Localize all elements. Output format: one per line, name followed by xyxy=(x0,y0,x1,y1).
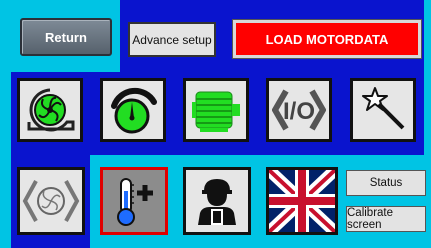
temperature-plus-icon xyxy=(117,178,153,226)
service-technician-icon xyxy=(198,179,236,225)
motor-tile[interactable] xyxy=(183,78,249,142)
speed-gauge-icon xyxy=(111,87,157,134)
io-icon: I/O xyxy=(272,89,326,131)
pump-icon xyxy=(27,88,75,132)
advance-setup-button[interactable]: Advance setup xyxy=(128,22,216,57)
pump-outline-icon xyxy=(22,180,80,222)
calibrate-screen-button[interactable]: Calibrate screen xyxy=(346,206,426,232)
wizard-tile[interactable] xyxy=(350,78,416,142)
temperature-tile[interactable] xyxy=(100,167,168,235)
speed-tile[interactable] xyxy=(100,78,166,142)
magic-wand-icon xyxy=(362,87,405,130)
load-motordata-button[interactable]: LOAD MOTORDATA xyxy=(232,19,422,59)
service-tile[interactable] xyxy=(183,167,251,235)
status-button[interactable]: Status xyxy=(346,170,426,196)
return-button[interactable]: Return xyxy=(20,18,112,56)
pump-outline-tile[interactable] xyxy=(17,167,85,235)
uk-flag-icon xyxy=(269,170,335,232)
pump-tile[interactable] xyxy=(17,78,83,142)
language-tile[interactable] xyxy=(266,167,338,235)
io-tile[interactable]: I/O xyxy=(266,78,332,142)
svg-text:I/O: I/O xyxy=(283,98,315,125)
motor-icon xyxy=(192,91,240,132)
left-strip xyxy=(0,72,11,248)
